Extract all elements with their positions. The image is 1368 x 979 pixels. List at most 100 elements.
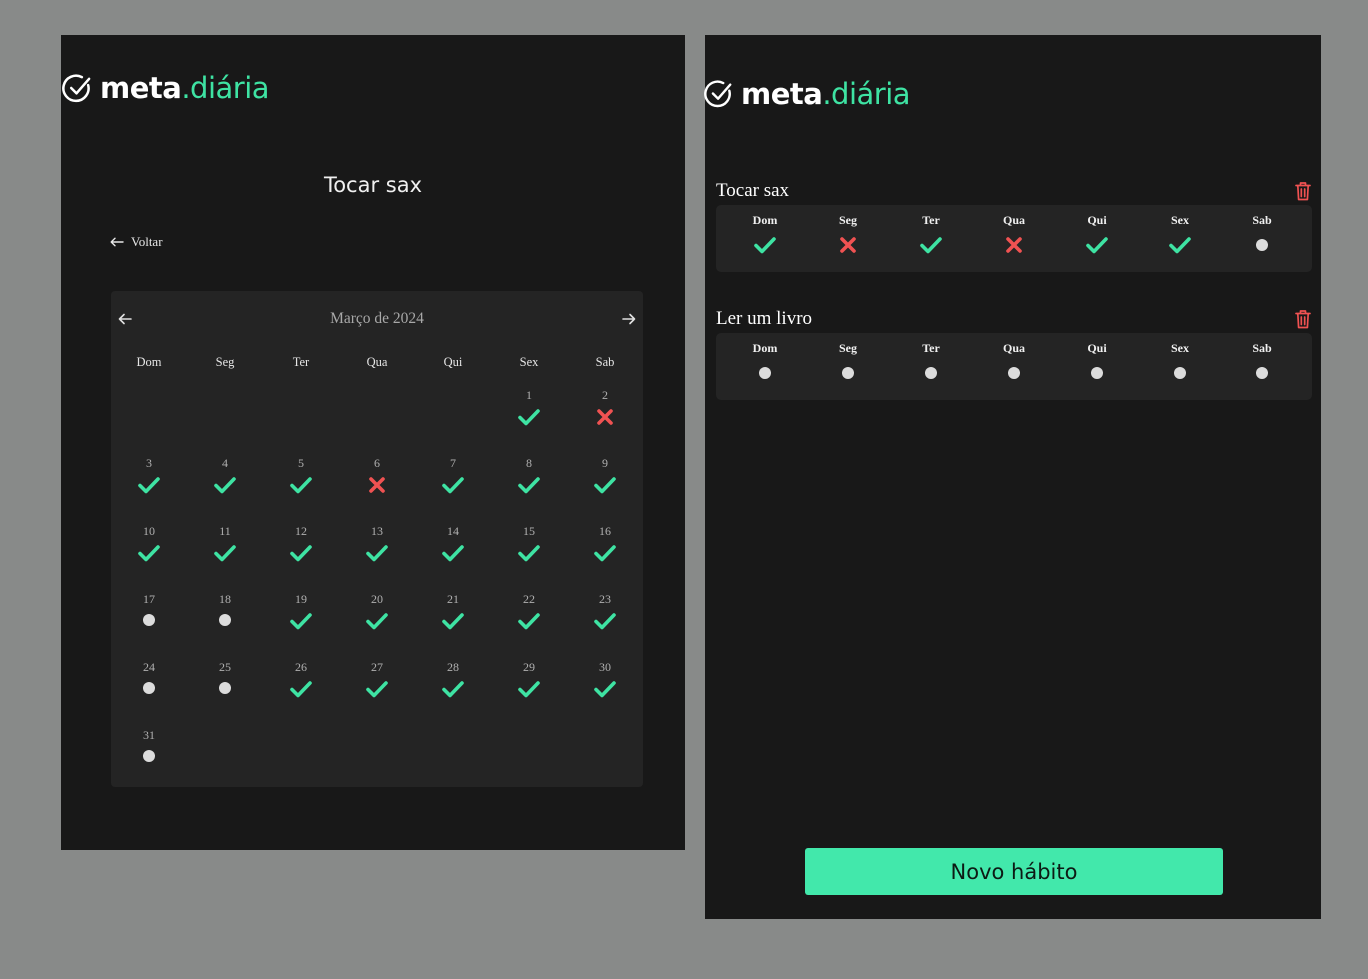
day-status <box>271 679 331 699</box>
logo: meta .diária <box>62 71 270 105</box>
day-status <box>195 679 255 694</box>
habit-day-toggle[interactable]: Ter <box>901 205 961 272</box>
calendar-day[interactable]: 6 <box>347 456 407 516</box>
calendar-day[interactable]: 28 <box>423 660 483 720</box>
check-icon <box>442 681 464 698</box>
habit-day-toggle[interactable]: Dom <box>735 205 795 272</box>
check-icon <box>366 681 388 698</box>
habit-day-toggle[interactable]: Qua <box>984 333 1044 400</box>
habit-day-toggle[interactable]: Ter <box>901 333 961 400</box>
calendar-day[interactable]: 7 <box>423 456 483 516</box>
day-status <box>119 747 179 762</box>
calendar-day[interactable]: 30 <box>575 660 635 720</box>
calendar-day[interactable]: 3 <box>119 456 179 516</box>
habit-day-toggle[interactable]: Qua <box>984 205 1044 272</box>
day-status <box>575 679 635 699</box>
habit-title[interactable]: Ler um livro <box>716 308 812 330</box>
calendar-day[interactable]: 16 <box>575 524 635 584</box>
calendar-day[interactable]: 15 <box>499 524 559 584</box>
calendar-day[interactable]: 20 <box>347 592 407 652</box>
weekday-label: Dom <box>752 341 778 355</box>
back-label: Voltar <box>131 234 163 249</box>
check-icon <box>1086 237 1108 254</box>
pending-dot-icon <box>143 614 155 626</box>
calendar-day[interactable]: 22 <box>499 592 559 652</box>
calendar-month-label: Março de 2024 <box>330 310 424 327</box>
day-status <box>271 475 331 495</box>
weekday-label: Dom <box>136 355 162 369</box>
calendar-day[interactable]: 31 <box>119 728 179 788</box>
day-number: 5 <box>298 456 304 470</box>
calendar-day[interactable]: 18 <box>195 592 255 652</box>
habit-day-toggle[interactable]: Dom <box>735 333 795 400</box>
weekday-label: Ter <box>292 355 310 369</box>
check-icon <box>290 613 312 630</box>
logo-text-meta: meta <box>741 77 823 111</box>
day-status <box>575 543 635 563</box>
day-status <box>423 611 483 631</box>
calendar-day[interactable]: 11 <box>195 524 255 584</box>
day-status <box>195 611 255 626</box>
day-number: 15 <box>523 524 535 538</box>
pending-dot-icon <box>842 367 854 379</box>
calendar-day[interactable]: 2 <box>575 388 635 448</box>
back-link[interactable]: Voltar <box>110 234 163 250</box>
day-status <box>818 363 878 379</box>
calendar-day[interactable]: 17 <box>119 592 179 652</box>
calendar-day[interactable]: 9 <box>575 456 635 516</box>
calendar-day[interactable]: 8 <box>499 456 559 516</box>
habit-day-toggle[interactable]: Sex <box>1150 205 1210 272</box>
calendar-day[interactable]: 23 <box>575 592 635 652</box>
habit-day-toggle[interactable]: Qui <box>1067 333 1127 400</box>
day-number: 13 <box>371 524 383 538</box>
habit-day-toggle[interactable]: Qui <box>1067 205 1127 272</box>
calendar-day[interactable]: 19 <box>271 592 331 652</box>
calendar-day[interactable]: 24 <box>119 660 179 720</box>
calendar-day[interactable]: 26 <box>271 660 331 720</box>
habit-day-toggle[interactable]: Sab <box>1232 333 1292 400</box>
day-status <box>1067 235 1127 255</box>
habit-day-toggle[interactable]: Seg <box>818 333 878 400</box>
calendar-day[interactable]: 21 <box>423 592 483 652</box>
weekday-label: Seg <box>839 341 857 355</box>
calendar-day[interactable]: 12 <box>271 524 331 584</box>
calendar-day[interactable]: 29 <box>499 660 559 720</box>
weekday-label: Ter <box>922 213 940 227</box>
day-status <box>347 679 407 699</box>
calendar-day[interactable]: 10 <box>119 524 179 584</box>
habit-day-toggle[interactable]: Sab <box>1232 205 1292 272</box>
day-status <box>901 235 961 255</box>
day-number: 4 <box>222 456 228 470</box>
calendar-day[interactable]: 13 <box>347 524 407 584</box>
calendar-day[interactable]: 25 <box>195 660 255 720</box>
new-habit-button[interactable]: Novo hábito <box>805 848 1223 895</box>
calendar-day[interactable]: 4 <box>195 456 255 516</box>
logo: meta .diária <box>704 77 911 111</box>
calendar-day[interactable]: 5 <box>271 456 331 516</box>
day-number: 18 <box>219 592 231 606</box>
calendar-day[interactable]: 1 <box>499 388 559 448</box>
x-icon <box>369 477 385 493</box>
habit-day-toggle[interactable]: Seg <box>818 205 878 272</box>
pending-dot-icon <box>1256 239 1268 251</box>
day-status <box>818 235 878 255</box>
habit-day-toggle[interactable]: Sex <box>1150 333 1210 400</box>
calendar-day[interactable]: 27 <box>347 660 407 720</box>
delete-habit-button[interactable] <box>1295 181 1311 206</box>
day-number: 26 <box>295 660 307 674</box>
delete-habit-button[interactable] <box>1295 309 1311 334</box>
calendar: Março de 2024 Dom Seg Ter Qua Qui Sex Sab 1234… <box>111 291 643 787</box>
day-number: 31 <box>143 728 155 742</box>
check-icon <box>290 681 312 698</box>
check-icon <box>138 477 160 494</box>
calendar-day[interactable]: 14 <box>423 524 483 584</box>
x-icon <box>1006 237 1022 253</box>
x-icon <box>840 237 856 253</box>
pending-dot-icon <box>1008 367 1020 379</box>
day-status <box>423 679 483 699</box>
day-status <box>901 363 961 379</box>
habit-title[interactable]: Tocar sax <box>716 180 789 202</box>
habit-detail-panel: meta .diária Tocar sax Voltar Março de 20… <box>61 35 685 850</box>
next-month-button[interactable] <box>622 312 636 330</box>
check-icon <box>518 409 540 426</box>
